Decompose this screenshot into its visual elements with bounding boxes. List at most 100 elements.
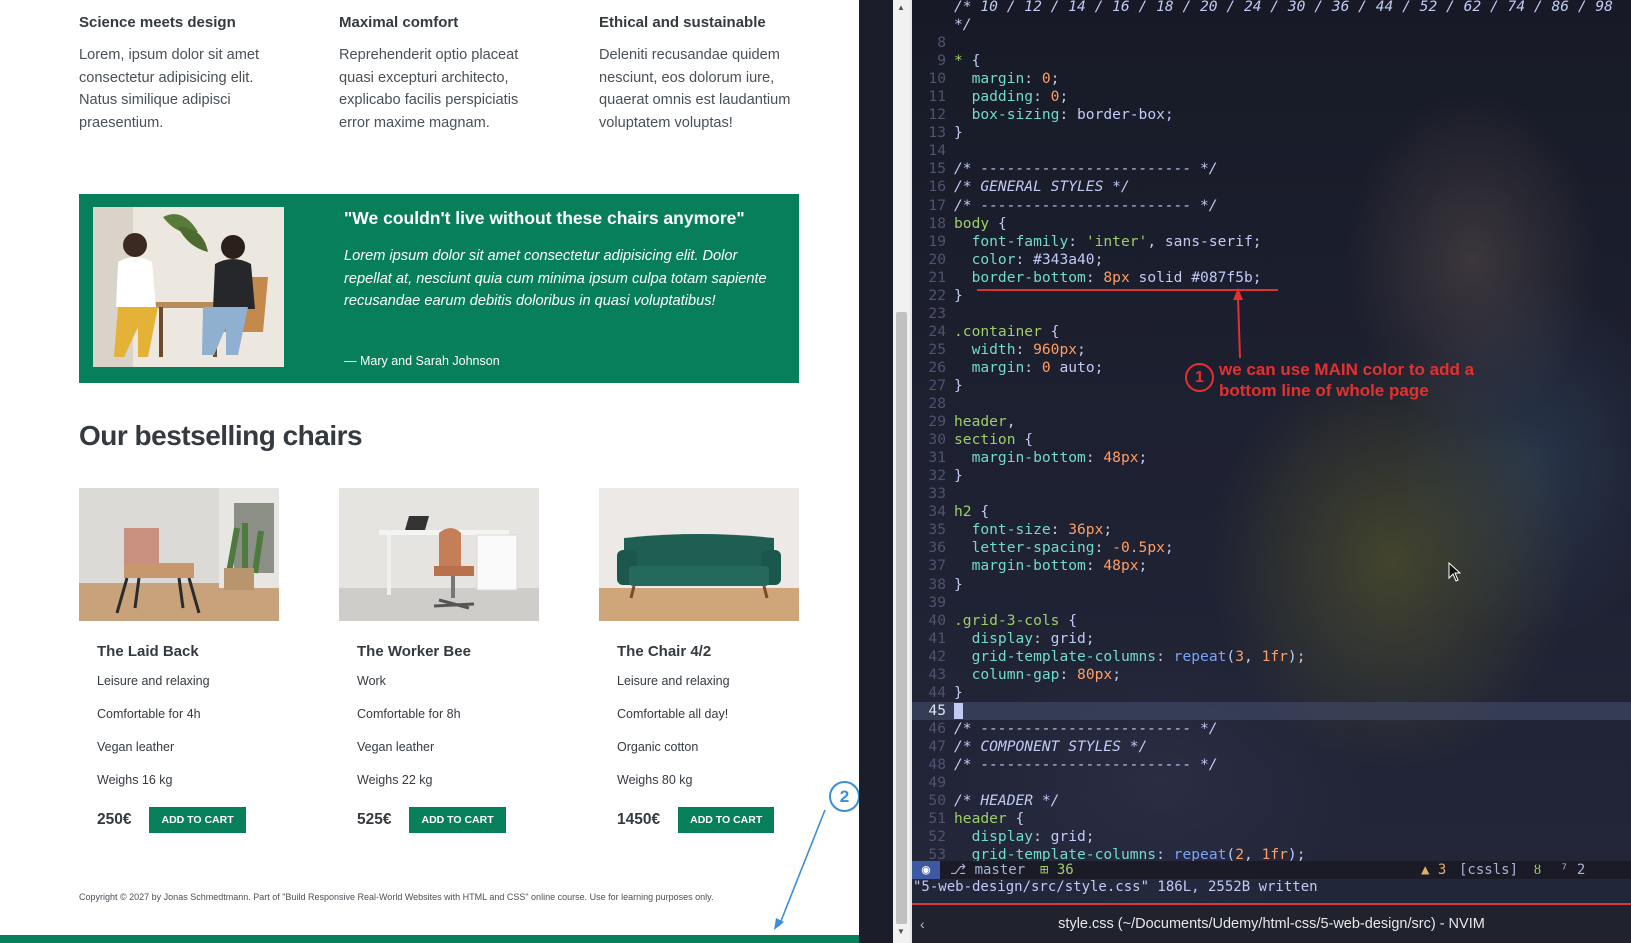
chair-name: The Worker Bee xyxy=(357,643,471,660)
chair-price: 250€ xyxy=(97,811,132,828)
annotation-1-line: we can use MAIN color to add a xyxy=(1219,360,1475,379)
code-line: 24 .container { xyxy=(928,322,1060,340)
feature-title: Maximal comfort xyxy=(339,14,459,31)
scrollbar-thumb[interactable] xyxy=(896,312,907,924)
chair-photo xyxy=(599,488,799,621)
chair-buy-row: 250€ ADD TO CART xyxy=(97,807,279,833)
code-line: 11 padding: 0; xyxy=(928,88,1069,106)
code-line: 17/* ------------------------ */ xyxy=(928,196,1218,214)
code-line: 23 xyxy=(928,304,946,322)
annotation-1-text: we can use MAIN color to add a bottom li… xyxy=(1219,359,1474,401)
chair-feature: Weighs 80 kg xyxy=(617,773,693,787)
add-to-cart-button[interactable]: ADD TO CART xyxy=(409,807,506,833)
feature-ethical: Ethical and sustainable Deleniti recusan… xyxy=(599,14,799,134)
feature-text: Deleniti recusandae quidem nesciunt, eos… xyxy=(599,47,791,131)
chair-name: The Chair 4/2 xyxy=(617,643,712,660)
page-bottom-border xyxy=(0,935,859,943)
git-branch: ⎇ master xyxy=(950,861,1025,879)
chair-features: Leisure and relaxing Comfortable for 4h … xyxy=(97,674,279,806)
scroll-up-icon[interactable]: ▲ xyxy=(897,3,905,12)
code-line: 33 xyxy=(928,485,946,503)
code-line: 31 margin-bottom: 48px; xyxy=(928,449,1148,467)
chair-photo xyxy=(79,488,279,621)
code-line: 30 section { xyxy=(928,431,1034,449)
scroll-down-icon[interactable]: ▼ xyxy=(897,927,905,936)
chair-card-laid-back: The Laid Back Leisure and relaxing Comfo… xyxy=(79,488,279,833)
code-line: 19 font-family: 'inter', sans-serif; xyxy=(928,232,1262,250)
text-cursor xyxy=(954,702,963,719)
page-scrollbar[interactable]: ▲ ▼ xyxy=(893,0,910,943)
code-line: 51 header { xyxy=(928,810,1025,828)
browser-page: Science meets design Lorem, ipsum dolor … xyxy=(0,0,859,943)
code-line: 38} xyxy=(928,575,963,593)
lsp-client: [cssls] xyxy=(1459,862,1519,878)
code-line: 10 margin: 0; xyxy=(928,70,1060,88)
chair-feature: Comfortable all day! xyxy=(617,707,729,721)
testimonial-photo xyxy=(93,207,284,367)
code-line: 12 box-sizing: border-box; xyxy=(928,106,1174,124)
command-line-message[interactable]: "5-web-design/src/style.css" 186L, 2552B… xyxy=(913,879,1318,895)
code-line: 15/* ------------------------ */ xyxy=(928,160,1218,178)
code-line: 52 display: grid; xyxy=(928,828,1095,846)
cursor-position: ⁷ 2 xyxy=(1560,862,1586,878)
code-line: 8 xyxy=(937,34,946,52)
code-line: 21 border-bottom: 8px solid #087f5b; xyxy=(928,268,1262,286)
code-line: 14 xyxy=(928,142,946,160)
annotation-1-arrow xyxy=(1233,288,1243,359)
chair-name: The Laid Back xyxy=(97,643,199,660)
code-line: 42 grid-template-columns: repeat(3, 1fr)… xyxy=(928,647,1306,665)
code-line: 20 color: #343a40; xyxy=(928,250,1104,268)
section-title: Our bestselling chairs xyxy=(79,420,363,451)
nvim-editor[interactable]: /* 10 / 12 / 14 / 16 / 18 / 20 / 24 / 30… xyxy=(912,0,1631,943)
feature-science: Science meets design Lorem, ipsum dolor … xyxy=(79,14,279,134)
chair-price: 525€ xyxy=(357,811,392,828)
code-line: 32} xyxy=(928,467,963,485)
chair-feature: Weighs 22 kg xyxy=(357,773,433,787)
code-line: 36 letter-spacing: -0.5px; xyxy=(928,539,1174,557)
chair-feature: Comfortable for 8h xyxy=(357,707,461,721)
chair-features: Leisure and relaxing Comfortable all day… xyxy=(617,674,799,806)
add-to-cart-button[interactable]: ADD TO CART xyxy=(678,807,775,833)
code-line: */ xyxy=(954,16,972,34)
mode-icon: ◉ xyxy=(912,861,940,879)
chair-card-worker-bee: The Worker Bee Work Comfortable for 8h V… xyxy=(339,488,539,833)
code-line: 25 width: 960px; xyxy=(928,340,1086,358)
feature-text: Lorem, ipsum dolor sit amet consectetur … xyxy=(79,47,260,131)
annotation-1-badge: 1 xyxy=(1185,363,1214,392)
testimonial-author: — Mary and Sarah Johnson xyxy=(344,354,500,368)
window-titlebar: ‹ style.css (~/Documents/Udemy/html-css/… xyxy=(912,905,1631,943)
code-line: 37 margin-bottom: 48px; xyxy=(928,557,1148,575)
git-additions: ⊞ 36 xyxy=(1040,862,1074,878)
annotation-1-line: bottom line of whole page xyxy=(1219,381,1429,400)
code-line: 29 header, xyxy=(928,413,1016,431)
chair-card-chair-4-2: The Chair 4/2 Leisure and relaxing Comfo… xyxy=(599,488,799,833)
git-branch-icon: ⎇ xyxy=(950,862,975,878)
code-line: 44} xyxy=(928,683,963,701)
code-line: /* 10 / 12 / 14 / 16 / 18 / 20 / 24 / 30… xyxy=(954,0,1613,15)
feature-title: Science meets design xyxy=(79,14,236,31)
chair-features: Work Comfortable for 8h Vegan leather We… xyxy=(357,674,539,806)
chair-price: 1450€ xyxy=(617,811,661,828)
copyright-text: Copyright © 2027 by Jonas Schmedtmann. P… xyxy=(79,892,714,902)
code-line: 16/* GENERAL STYLES */ xyxy=(928,178,1130,196)
chair-feature: Work xyxy=(357,674,386,688)
code-line: 50/* HEADER */ xyxy=(928,792,1060,810)
feature-text: Reprehenderit optio placeat quasi except… xyxy=(339,47,519,131)
code-line: 43 column-gap: 80px; xyxy=(928,665,1121,683)
code-line: 18 body { xyxy=(928,214,1007,232)
annotation-2-badge: 2 xyxy=(829,781,859,812)
add-to-cart-button[interactable]: ADD TO CART xyxy=(149,807,246,833)
code-line-current: 45 xyxy=(912,701,1631,720)
back-arrow-icon[interactable]: ‹ xyxy=(920,905,925,943)
chair-feature: Organic cotton xyxy=(617,740,699,754)
testimonial-quote: "We couldn't live without these chairs a… xyxy=(344,208,745,228)
lsp-status-icon: ȣ xyxy=(1534,862,1541,878)
annotation-2-arrow xyxy=(774,809,826,930)
code-buffer[interactable]: /* 10 / 12 / 14 / 16 / 18 / 20 / 24 / 30… xyxy=(912,0,1631,864)
code-line: 39 xyxy=(928,593,946,611)
git-branch-label: master xyxy=(974,862,1026,878)
chair-photo xyxy=(339,488,539,621)
testimonial-text: Lorem ipsum dolor sit amet consectetur a… xyxy=(344,248,767,310)
window-title: style.css (~/Documents/Udemy/html-css/5-… xyxy=(1058,916,1485,932)
diagnostic-warnings: ▲ 3 xyxy=(1421,862,1447,878)
